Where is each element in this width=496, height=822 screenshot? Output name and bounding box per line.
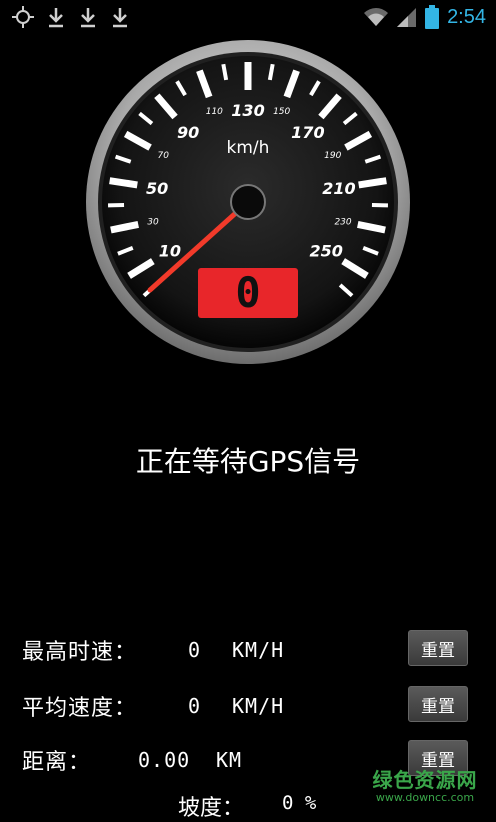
watermark: 绿色资源网 www.downcc.com: [360, 764, 490, 804]
gps-status-message: 正在等待GPS信号: [0, 440, 496, 480]
slope-value: 0 %: [282, 792, 316, 814]
speedometer: 1050901301702102503070110150190230 km/h …: [84, 38, 412, 366]
reset-max-speed-button[interactable]: 重置: [408, 630, 468, 666]
distance-unit: KM: [216, 748, 242, 772]
download-icon: [110, 6, 130, 28]
distance-value: 0.00: [138, 748, 190, 772]
wifi-icon: [363, 6, 389, 28]
max-speed-unit: KM/H: [232, 638, 284, 662]
slope-label: 坡度：: [178, 790, 244, 822]
digital-speed: 0: [235, 268, 260, 317]
max-speed-row: 最高时速： 0 KM/H 重置: [22, 630, 472, 670]
gauge-minor-label: 30: [147, 217, 159, 227]
gauge-tick: [223, 64, 226, 80]
max-speed-label: 最高时速：: [22, 634, 137, 666]
gauge-minor-label: 70: [157, 151, 169, 161]
watermark-title: 绿色资源网: [360, 764, 490, 793]
status-bar: 2:54: [0, 0, 496, 34]
battery-icon: [425, 5, 439, 29]
watermark-url: www.downcc.com: [360, 791, 490, 804]
avg-speed-row: 平均速度： 0 KM/H 重置: [22, 686, 472, 726]
reset-avg-speed-button[interactable]: 重置: [408, 686, 468, 722]
distance-label: 距离：: [22, 744, 91, 776]
gauge-major-label: 210: [322, 179, 355, 198]
gauge-major-label: 170: [291, 123, 324, 142]
gps-icon: [12, 6, 34, 28]
max-speed-value: 0: [188, 638, 201, 662]
gauge-major-label: 50: [146, 179, 168, 198]
signal-icon: [397, 6, 417, 28]
gauge-minor-label: 230: [334, 217, 351, 227]
gauge-minor-label: 150: [273, 107, 290, 117]
gauge-tick: [270, 64, 273, 80]
avg-speed-label: 平均速度：: [22, 690, 137, 722]
clock: 2:54: [447, 6, 486, 29]
gauge-major-label: 10: [159, 242, 181, 261]
download-icon: [46, 6, 66, 28]
gauge-major-label: 250: [309, 242, 342, 261]
download-icon: [78, 6, 98, 28]
gauge-major-label: 130: [231, 101, 264, 120]
gauge-tick: [110, 181, 138, 185]
unit-label: km/h: [227, 138, 270, 158]
gauge-minor-label: 190: [324, 151, 341, 161]
gauge-minor-label: 110: [206, 107, 223, 117]
avg-speed-value: 0: [188, 694, 201, 718]
needle-hub: [231, 185, 265, 219]
gauge-tick: [359, 181, 387, 185]
gauge-major-label: 90: [177, 123, 199, 142]
avg-speed-unit: KM/H: [232, 694, 284, 718]
